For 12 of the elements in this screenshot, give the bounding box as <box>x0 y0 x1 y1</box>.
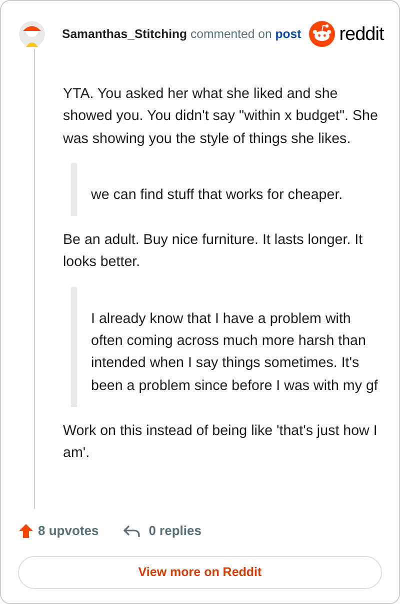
post-link[interactable]: post <box>275 26 302 41</box>
quoted-text: I already know that I have a problem with often coming across much more harsh than intended when I say things sometimes. It's been a problem since before I was with my gf <box>71 286 382 407</box>
quoted-text: we can find stuff that works for cheaper. <box>71 162 382 216</box>
logo-text: reddit <box>339 24 384 44</box>
reply-count: 0 replies <box>148 522 202 540</box>
action-text: commented on <box>190 26 272 41</box>
comment-paragraph: Work on this instead of being like 'that's just how I am'. <box>63 422 378 464</box>
view-more-button[interactable]: View more on Reddit <box>18 556 382 589</box>
comment-paragraph: Be an adult. Buy nice furniture. It lasts longer. It looks better. <box>63 231 364 272</box>
author-name[interactable]: Samanthas_Stitching <box>62 26 188 41</box>
comment-paragraph: YTA. You asked her what she liked and she showed you. You didn't say "within x budget". She was showing you the style of things she likes. <box>63 85 379 149</box>
upvote-count: 8 upvotes <box>38 522 99 540</box>
